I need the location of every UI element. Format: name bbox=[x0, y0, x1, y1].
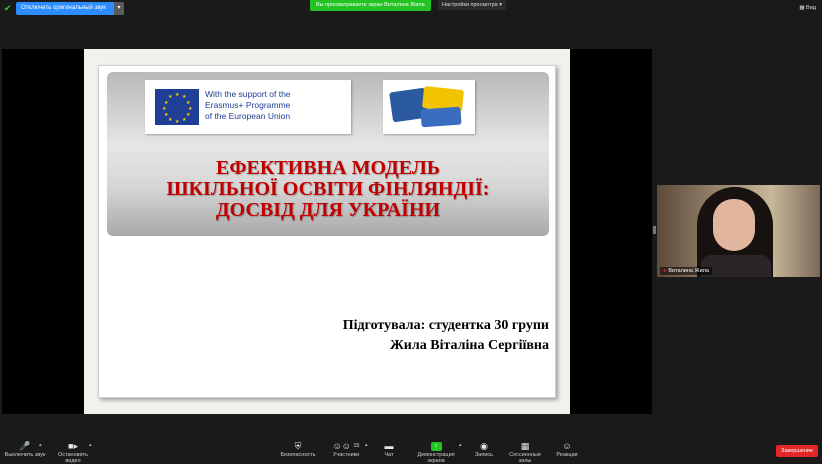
original-sound-label: Отключить оригинальный звук bbox=[21, 5, 106, 11]
chevron-up-icon[interactable]: ▴ bbox=[89, 442, 92, 448]
view-options-label: Настройки просмотра bbox=[442, 2, 498, 8]
participants-count: 15 bbox=[353, 443, 360, 449]
chat-bubble-icon: ▬ bbox=[384, 441, 394, 451]
view-button[interactable]: ▦ Вид bbox=[799, 3, 816, 13]
chevron-up-icon[interactable]: ▴ bbox=[459, 442, 462, 448]
end-meeting-button[interactable]: Завершение bbox=[776, 445, 818, 457]
erasmus-logo: ★ ★ ★ ★ ★ ★ ★ ★ ★ ★ ★ ★ With the support… bbox=[145, 80, 351, 134]
slide-title: ЕФЕКТИВНА МОДЕЛЬ ШКІЛЬНОЇ ОСВІТИ ФІНЛЯНД… bbox=[166, 157, 490, 221]
share-screen-icon: ↑ bbox=[430, 442, 442, 452]
smiley-icon: ☺ bbox=[562, 441, 572, 451]
meeting-toolbar: 🎤 Выключить звук ▴ ■▸ Остановить видео ▴… bbox=[0, 438, 822, 464]
panel-resize-handle[interactable] bbox=[653, 226, 656, 234]
eu-logo-text: With the support of the Erasmus+ Program… bbox=[205, 89, 291, 121]
record-button[interactable]: ◉ Запись bbox=[473, 440, 495, 458]
breakout-rooms-button[interactable]: ▦ Сессионные залы bbox=[503, 440, 547, 464]
record-icon: ◉ bbox=[480, 441, 488, 451]
participant-video[interactable]: ● Виталина Жила bbox=[657, 185, 820, 277]
participants-button[interactable]: ☺☺ 15 Участники bbox=[330, 440, 362, 458]
puzzle-piece-icon bbox=[420, 106, 462, 128]
mic-icon: ● bbox=[663, 268, 667, 274]
share-screen-button[interactable]: ↑ Демонстрация экрана bbox=[409, 440, 463, 464]
reactions-button[interactable]: ☺ Реакции bbox=[556, 440, 578, 458]
chevron-down-icon[interactable]: ▾ bbox=[113, 2, 124, 15]
top-bar: ✔ Отключить оригинальный звук ▾ Вы просм… bbox=[0, 0, 822, 16]
participant-name-tag: ● Виталина Жила bbox=[660, 267, 712, 275]
view-label: Вид bbox=[806, 5, 816, 11]
shield-icon: ✔ bbox=[4, 3, 12, 13]
slide-content: ★ ★ ★ ★ ★ ★ ★ ★ ★ ★ ★ ★ With the support… bbox=[98, 65, 556, 398]
security-button[interactable]: ⛨ Безопасность bbox=[280, 440, 316, 458]
presentation-slide: ★ ★ ★ ★ ★ ★ ★ ★ ★ ★ ★ ★ With the support… bbox=[84, 49, 570, 414]
breakout-rooms-icon: ▦ bbox=[520, 441, 530, 451]
eu-flag-icon: ★ ★ ★ ★ ★ ★ ★ ★ ★ ★ ★ ★ bbox=[155, 89, 199, 125]
original-sound-button[interactable]: Отключить оригинальный звук ▾ bbox=[16, 2, 124, 15]
viewing-banner: Вы просматриваете экран Виталина Жила bbox=[310, 0, 431, 11]
people-icon: ☺☺ 15 bbox=[332, 441, 360, 451]
chevron-up-icon[interactable]: ▴ bbox=[39, 442, 42, 448]
chevron-down-icon: ▾ bbox=[499, 2, 502, 8]
chevron-up-icon[interactable]: ▴ bbox=[365, 442, 368, 448]
participant-face bbox=[713, 199, 755, 251]
view-options-button[interactable]: Настройки просмотра ▾ bbox=[438, 0, 506, 10]
puzzle-logo bbox=[383, 80, 475, 134]
chat-button[interactable]: ▬ Чат bbox=[380, 440, 398, 458]
title-banner: ★ ★ ★ ★ ★ ★ ★ ★ ★ ★ ★ ★ With the support… bbox=[107, 72, 549, 236]
slide-author: Підготувала: студентка 30 групи Жила Віт… bbox=[342, 318, 549, 353]
shield-icon: ⛨ bbox=[294, 441, 302, 451]
